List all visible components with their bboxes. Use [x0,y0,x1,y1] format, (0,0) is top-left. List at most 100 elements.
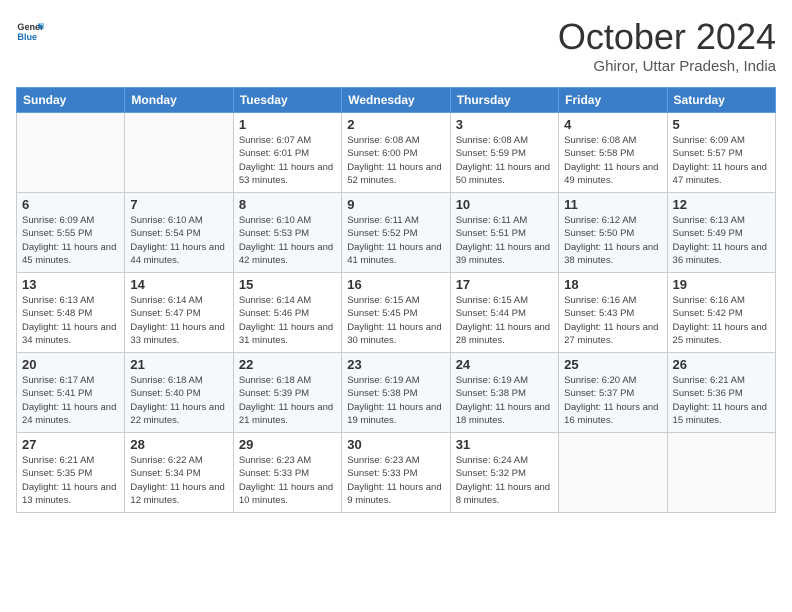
day-info: Sunrise: 6:08 AM Sunset: 6:00 PM Dayligh… [347,134,444,187]
day-number: 13 [22,277,119,292]
month-title: October 2024 [558,16,776,58]
day-number: 6 [22,197,119,212]
calendar-cell: 6 Sunrise: 6:09 AM Sunset: 5:55 PM Daylig… [17,193,125,273]
day-info: Sunrise: 6:15 AM Sunset: 5:45 PM Dayligh… [347,294,444,347]
day-number: 23 [347,357,444,372]
calendar-cell: 13 Sunrise: 6:13 AM Sunset: 5:48 PM Dayli… [17,273,125,353]
calendar-week-3: 13 Sunrise: 6:13 AM Sunset: 5:48 PM Dayli… [17,273,776,353]
day-number: 21 [130,357,227,372]
day-info: Sunrise: 6:22 AM Sunset: 5:34 PM Dayligh… [130,454,227,507]
day-info: Sunrise: 6:16 AM Sunset: 5:42 PM Dayligh… [673,294,770,347]
calendar-cell [125,113,233,193]
calendar-cell: 14Sunrise: 6:14 AM Sunset: 5:47 PM Dayli… [125,273,233,353]
day-number: 30 [347,437,444,452]
weekday-header-saturday: Saturday [667,88,775,113]
day-number: 3 [456,117,553,132]
calendar-week-2: 6 Sunrise: 6:09 AM Sunset: 5:55 PM Daylig… [17,193,776,273]
day-info: Sunrise: 6:17 AM Sunset: 5:41 PM Dayligh… [22,374,119,427]
logo: General Blue [16,16,44,44]
weekday-header-wednesday: Wednesday [342,88,450,113]
calendar-cell: 8 Sunrise: 6:10 AM Sunset: 5:53 PM Daylig… [233,193,341,273]
day-info: Sunrise: 6:10 AM Sunset: 5:54 PM Dayligh… [130,214,227,267]
day-info: Sunrise: 6:08 AM Sunset: 5:59 PM Dayligh… [456,134,553,187]
day-number: 20 [22,357,119,372]
day-info: Sunrise: 6:08 AM Sunset: 5:58 PM Dayligh… [564,134,661,187]
day-number: 15 [239,277,336,292]
day-number: 19 [673,277,770,292]
calendar-cell: 16 Sunrise: 6:15 AM Sunset: 5:45 PM Dayli… [342,273,450,353]
day-number: 12 [673,197,770,212]
day-info: Sunrise: 6:10 AM Sunset: 5:53 PM Dayligh… [239,214,336,267]
day-info: Sunrise: 6:09 AM Sunset: 5:57 PM Dayligh… [673,134,770,187]
calendar-cell: 24 Sunrise: 6:19 AM Sunset: 5:38 PM Dayli… [450,353,558,433]
day-info: Sunrise: 6:14 AM Sunset: 5:46 PM Dayligh… [239,294,336,347]
calendar-cell: 10 Sunrise: 6:11 AM Sunset: 5:51 PM Dayli… [450,193,558,273]
day-info: Sunrise: 6:13 AM Sunset: 5:49 PM Dayligh… [673,214,770,267]
calendar-table: SundayMondayTuesdayWednesdayThursdayFrid… [16,87,776,513]
day-info: Sunrise: 6:19 AM Sunset: 5:38 PM Dayligh… [456,374,553,427]
calendar-cell: 1 Sunrise: 6:07 AM Sunset: 6:01 PM Daylig… [233,113,341,193]
day-info: Sunrise: 6:23 AM Sunset: 5:33 PM Dayligh… [347,454,444,507]
calendar-cell: 28 Sunrise: 6:22 AM Sunset: 5:34 PM Dayli… [125,433,233,513]
day-info: Sunrise: 6:20 AM Sunset: 5:37 PM Dayligh… [564,374,661,427]
day-info: Sunrise: 6:18 AM Sunset: 5:39 PM Dayligh… [239,374,336,427]
calendar-cell: 11 Sunrise: 6:12 AM Sunset: 5:50 PM Dayli… [559,193,667,273]
day-info: Sunrise: 6:11 AM Sunset: 5:51 PM Dayligh… [456,214,553,267]
calendar-cell: 9 Sunrise: 6:11 AM Sunset: 5:52 PM Daylig… [342,193,450,273]
day-number: 17 [456,277,553,292]
day-info: Sunrise: 6:13 AM Sunset: 5:48 PM Dayligh… [22,294,119,347]
calendar-cell [667,433,775,513]
weekday-header-sunday: Sunday [17,88,125,113]
calendar-week-4: 20 Sunrise: 6:17 AM Sunset: 5:41 PM Dayli… [17,353,776,433]
calendar-cell [17,113,125,193]
calendar-cell: 19 Sunrise: 6:16 AM Sunset: 5:42 PM Dayli… [667,273,775,353]
day-number: 18 [564,277,661,292]
day-info: Sunrise: 6:21 AM Sunset: 5:35 PM Dayligh… [22,454,119,507]
day-number: 26 [673,357,770,372]
calendar-cell: 2 Sunrise: 6:08 AM Sunset: 6:00 PM Daylig… [342,113,450,193]
calendar-cell: 27Sunrise: 6:21 AM Sunset: 5:35 PM Dayli… [17,433,125,513]
day-info: Sunrise: 6:11 AM Sunset: 5:52 PM Dayligh… [347,214,444,267]
calendar-cell: 7 Sunrise: 6:10 AM Sunset: 5:54 PM Daylig… [125,193,233,273]
calendar-cell: 22 Sunrise: 6:18 AM Sunset: 5:39 PM Dayli… [233,353,341,433]
title-block: October 2024 Ghiror, Uttar Pradesh, Indi… [558,16,776,75]
day-number: 22 [239,357,336,372]
day-number: 29 [239,437,336,452]
weekday-header-tuesday: Tuesday [233,88,341,113]
calendar-cell: 20 Sunrise: 6:17 AM Sunset: 5:41 PM Dayli… [17,353,125,433]
day-number: 31 [456,437,553,452]
calendar-cell: 25Sunrise: 6:20 AM Sunset: 5:37 PM Dayli… [559,353,667,433]
day-number: 28 [130,437,227,452]
location-title: Ghiror, Uttar Pradesh, India [558,58,776,75]
day-info: Sunrise: 6:07 AM Sunset: 6:01 PM Dayligh… [239,134,336,187]
day-number: 8 [239,197,336,212]
calendar-cell: 4 Sunrise: 6:08 AM Sunset: 5:58 PM Daylig… [559,113,667,193]
day-number: 1 [239,117,336,132]
calendar-cell: 31 Sunrise: 6:24 AM Sunset: 5:32 PM Dayli… [450,433,558,513]
calendar-cell: 17Sunrise: 6:15 AM Sunset: 5:44 PM Dayli… [450,273,558,353]
day-number: 4 [564,117,661,132]
day-info: Sunrise: 6:18 AM Sunset: 5:40 PM Dayligh… [130,374,227,427]
calendar-cell: 3 Sunrise: 6:08 AM Sunset: 5:59 PM Daylig… [450,113,558,193]
weekday-header-thursday: Thursday [450,88,558,113]
day-info: Sunrise: 6:21 AM Sunset: 5:36 PM Dayligh… [673,374,770,427]
day-number: 9 [347,197,444,212]
day-number: 7 [130,197,227,212]
day-info: Sunrise: 6:09 AM Sunset: 5:55 PM Dayligh… [22,214,119,267]
page-header: General Blue October 2024 Ghiror, Uttar … [16,16,776,75]
calendar-cell: 30 Sunrise: 6:23 AM Sunset: 5:33 PM Dayli… [342,433,450,513]
day-number: 11 [564,197,661,212]
calendar-body: 1 Sunrise: 6:07 AM Sunset: 6:01 PM Daylig… [17,113,776,513]
calendar-cell: 12 Sunrise: 6:13 AM Sunset: 5:49 PM Dayli… [667,193,775,273]
day-number: 16 [347,277,444,292]
day-info: Sunrise: 6:16 AM Sunset: 5:43 PM Dayligh… [564,294,661,347]
day-info: Sunrise: 6:23 AM Sunset: 5:33 PM Dayligh… [239,454,336,507]
calendar-cell: 21 Sunrise: 6:18 AM Sunset: 5:40 PM Dayli… [125,353,233,433]
day-number: 10 [456,197,553,212]
day-info: Sunrise: 6:24 AM Sunset: 5:32 PM Dayligh… [456,454,553,507]
calendar-cell: 23Sunrise: 6:19 AM Sunset: 5:38 PM Dayli… [342,353,450,433]
day-number: 2 [347,117,444,132]
day-info: Sunrise: 6:14 AM Sunset: 5:47 PM Dayligh… [130,294,227,347]
day-number: 24 [456,357,553,372]
day-info: Sunrise: 6:12 AM Sunset: 5:50 PM Dayligh… [564,214,661,267]
